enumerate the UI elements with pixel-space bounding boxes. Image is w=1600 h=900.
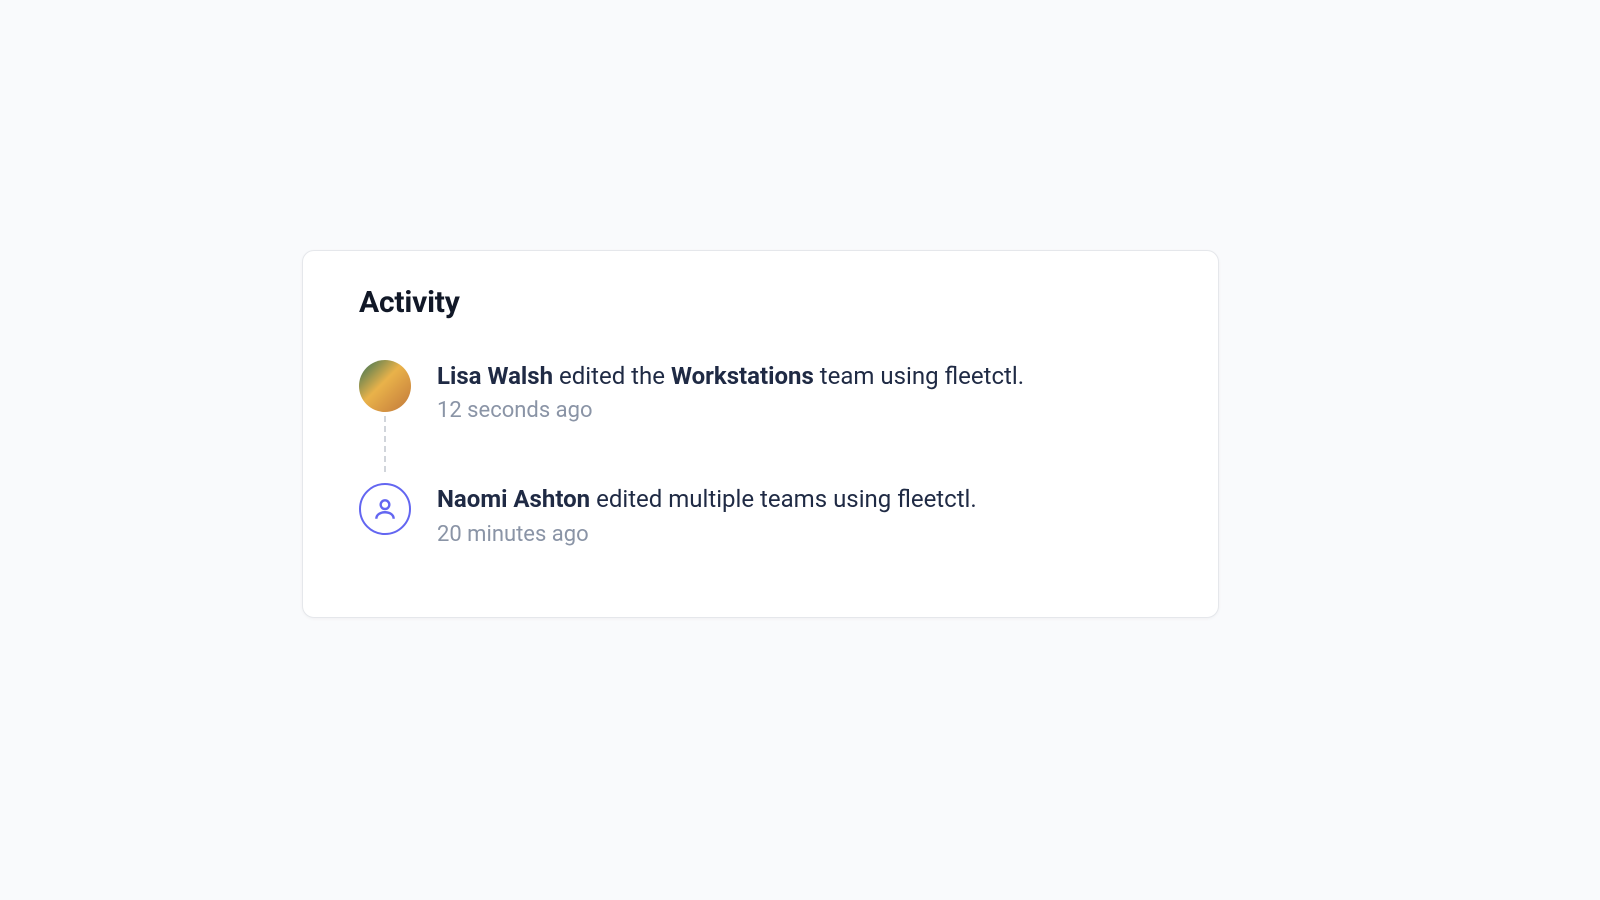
activity-text: Naomi Ashton edited multiple teams using… xyxy=(437,483,1162,546)
timeline-connector xyxy=(384,416,386,472)
actor-name: Naomi Ashton xyxy=(437,485,590,513)
activity-row: Naomi Ashton edited multiple teams using… xyxy=(359,483,1162,546)
activity-timestamp: 20 minutes ago xyxy=(437,522,1162,547)
user-avatar xyxy=(359,360,411,412)
activity-feed: Lisa Walsh edited the Workstations team … xyxy=(359,360,1162,547)
activity-card: Activity Lisa Walsh edited the Workstati… xyxy=(302,250,1219,618)
avatar-column xyxy=(359,360,437,412)
person-icon xyxy=(372,496,398,522)
activity-verb: edited multiple teams using fleetctl. xyxy=(590,485,977,513)
user-placeholder-icon xyxy=(359,483,411,535)
avatar-column xyxy=(359,483,437,535)
activity-row: Lisa Walsh edited the Workstations team … xyxy=(359,360,1162,423)
activity-title: Activity xyxy=(359,285,1162,320)
activity-timestamp: 12 seconds ago xyxy=(437,398,1162,423)
activity-text: Lisa Walsh edited the Workstations team … xyxy=(437,360,1162,423)
activity-verb: edited the xyxy=(553,362,671,390)
actor-name: Lisa Walsh xyxy=(437,362,553,390)
activity-verb-post: team using fleetctl. xyxy=(814,362,1024,390)
activity-description: Naomi Ashton edited multiple teams using… xyxy=(437,483,1162,515)
activity-object: Workstations xyxy=(671,362,814,390)
activity-description: Lisa Walsh edited the Workstations team … xyxy=(437,360,1162,392)
